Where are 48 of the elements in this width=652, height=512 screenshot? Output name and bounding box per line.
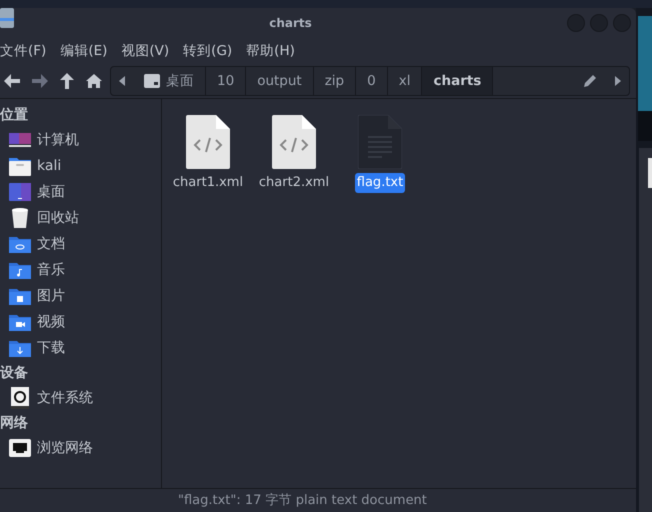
music-folder-icon [9,261,31,279]
videos-folder-icon [9,313,31,331]
drive-icon [144,74,160,88]
menu-item[interactable]: 文件(F) [0,40,46,62]
home-folder-icon [9,156,31,176]
sidebar-item[interactable]: 文档 [0,231,161,257]
menu-item[interactable]: 视图(V) [121,40,170,62]
path-button[interactable]: output [246,67,314,95]
text-file-icon [358,115,402,169]
menu-item[interactable]: 帮助(H) [246,40,295,62]
window-title: charts [268,15,313,32]
sidebar-item[interactable]: 音乐 [0,257,161,283]
documents-folder-icon [9,235,31,253]
menu-item[interactable]: 转到(G) [183,40,232,62]
sidebar-item[interactable]: 桌面 [0,179,161,205]
status-bar: "flag.txt": 17 字节 plain text document [0,488,636,512]
section-heading: 网络 [0,414,29,433]
path-button[interactable]: zip [314,67,356,95]
computer-icon [9,133,31,147]
xml-file-icon [186,115,230,169]
caret-left-icon [119,76,125,86]
desktop-icon [9,183,31,201]
path-button[interactable]: charts [422,67,494,95]
folder-icon [0,8,14,30]
caret-right-icon [615,76,621,86]
xml-file-icon [272,115,316,169]
file-item[interactable]: chart1.xml [170,115,246,192]
sidebar-item[interactable]: 视频 [0,309,161,335]
pictures-folder-icon [9,287,31,305]
file-item[interactable]: chart2.xml [256,115,332,192]
path-button[interactable]: 桌面 [133,67,206,95]
sidebar-item[interactable]: 回收站 [0,205,161,231]
downloads-folder-icon [9,339,31,357]
file-item[interactable]: flag.txt [342,115,418,192]
sidebar-item[interactable]: 计算机 [0,127,161,153]
menu-item[interactable]: 编辑(E) [60,40,108,62]
drive-icon [9,387,31,409]
sidebar-item[interactable]: 文件系统 [0,385,161,411]
network-icon [9,439,31,457]
sidebar-item[interactable]: kali [0,153,161,179]
sidebar-item[interactable]: 图片 [0,283,161,309]
sidebar-item[interactable]: 浏览网络 [0,435,161,461]
path-button[interactable]: 10 [206,67,246,95]
pencil-icon [582,73,598,89]
trash-icon [9,207,31,229]
path-button[interactable]: 0 [356,67,388,95]
sidebar-item[interactable]: 下载 [0,335,161,361]
section-heading: 设备 [0,364,29,383]
